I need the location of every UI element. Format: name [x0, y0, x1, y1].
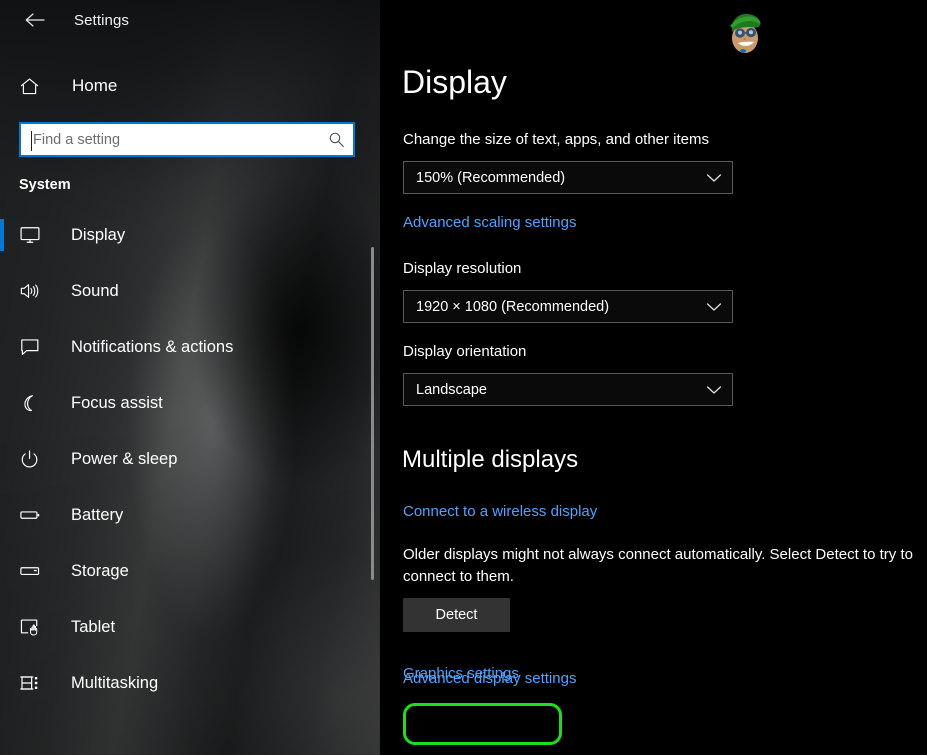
window-title: Settings	[74, 11, 129, 29]
sidebar-item-label: Display	[71, 225, 126, 244]
sidebar-section-heading: System	[19, 177, 71, 193]
avatar	[721, 6, 769, 58]
chevron-down-icon	[706, 173, 722, 183]
home-icon	[19, 76, 49, 97]
chevron-down-icon	[706, 385, 722, 395]
chat-bubble-icon	[19, 337, 45, 357]
scale-dropdown[interactable]: 150% (Recommended)	[403, 161, 733, 194]
sidebar-item-focus-assist[interactable]: Focus assist	[0, 375, 380, 431]
battery-icon	[19, 505, 45, 525]
search-input[interactable]	[21, 131, 319, 148]
sidebar-item-label: Tablet	[71, 617, 116, 636]
resolution-label: Display resolution	[403, 260, 522, 277]
tablet-touch-icon	[19, 617, 45, 637]
resolution-dropdown[interactable]: 1920 × 1080 (Recommended)	[403, 290, 733, 323]
selection-accent-bar	[0, 331, 4, 363]
sidebar-item-label: Storage	[71, 561, 129, 580]
speaker-icon	[19, 281, 45, 301]
scale-dropdown-value: 150% (Recommended)	[416, 169, 566, 186]
sidebar-item-sound[interactable]: Sound	[0, 263, 380, 319]
sidebar-scrollbar-thumb[interactable]	[371, 247, 374, 580]
back-arrow-icon[interactable]	[14, 5, 56, 35]
sidebar-item-label: Notifications & actions	[71, 337, 234, 356]
drive-icon	[19, 561, 45, 581]
orientation-dropdown-value: Landscape	[416, 381, 487, 398]
search-icon[interactable]	[319, 124, 353, 155]
selection-accent-bar	[0, 443, 4, 475]
navigation-sidebar: Settings Home Find a setting System Disp…	[0, 0, 380, 755]
multiple-displays-description: Older displays might not always connect …	[403, 546, 913, 586]
orientation-dropdown[interactable]: Landscape	[403, 373, 733, 406]
detect-button[interactable]: Detect	[403, 598, 510, 632]
selection-accent-bar	[0, 275, 4, 307]
display-settings-panel: Display Change the size of text, apps, a…	[380, 0, 927, 755]
advanced-scaling-settings-link[interactable]: Advanced scaling settings	[403, 214, 576, 231]
sidebar-item-label: Battery	[71, 505, 124, 524]
sidebar-item-storage[interactable]: Storage	[0, 543, 380, 599]
monitor-icon	[19, 225, 45, 245]
page-title: Display	[402, 64, 507, 100]
power-icon	[19, 449, 45, 469]
orientation-label: Display orientation	[403, 343, 527, 360]
selection-accent-bar	[0, 611, 4, 643]
resolution-dropdown-value: 1920 × 1080 (Recommended)	[416, 298, 610, 315]
settings-window: Settings Home Find a setting System Disp…	[0, 0, 927, 755]
multiple-displays-heading: Multiple displays	[402, 446, 579, 473]
sidebar-item-notifications-actions[interactable]: Notifications & actions	[0, 319, 380, 375]
sidebar-item-home-label: Home	[72, 76, 118, 95]
sidebar-item-power-sleep[interactable]: Power & sleep	[0, 431, 380, 487]
sidebar-item-home[interactable]: Home	[0, 64, 380, 108]
title-bar: Settings	[0, 0, 380, 40]
multitasking-icon	[19, 673, 45, 693]
wireless-display-link[interactable]: Connect to a wireless display	[403, 503, 597, 520]
search-box[interactable]	[19, 122, 355, 157]
sidebar-item-tablet[interactable]: Tablet	[0, 599, 380, 655]
sidebar-item-display[interactable]: Display	[0, 207, 380, 263]
sidebar-item-battery[interactable]: Battery	[0, 487, 380, 543]
moon-icon	[19, 393, 45, 413]
selection-accent-bar	[0, 499, 4, 531]
highlight-annotation	[403, 703, 562, 745]
sidebar-item-label: Multitasking	[71, 673, 159, 692]
graphics-settings-group: Graphics settings	[394, 654, 584, 754]
sidebar-nav-list: Display Sound Notifications & actions Fo…	[0, 207, 380, 711]
graphics-settings-link[interactable]: Graphics settings	[403, 665, 519, 682]
scale-label: Change the size of text, apps, and other…	[403, 131, 710, 148]
sidebar-item-multitasking[interactable]: Multitasking	[0, 655, 380, 711]
sidebar-scrollbar[interactable]	[371, 0, 374, 755]
selection-accent-bar	[0, 219, 4, 251]
selection-accent-bar	[0, 387, 4, 419]
selection-accent-bar	[0, 667, 4, 699]
sidebar-item-label: Focus assist	[71, 393, 163, 412]
sidebar-item-label: Sound	[71, 281, 119, 300]
selection-accent-bar	[0, 555, 4, 587]
sidebar-item-label: Power & sleep	[71, 449, 178, 468]
text-caret	[31, 131, 32, 151]
chevron-down-icon	[706, 302, 722, 312]
